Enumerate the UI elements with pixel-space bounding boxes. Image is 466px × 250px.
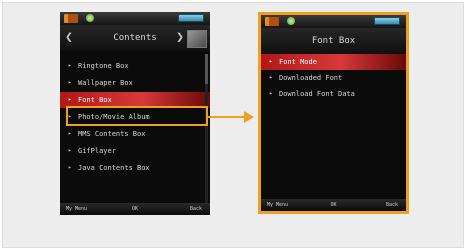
- bullet-icon: ▸: [68, 62, 72, 69]
- gps-icon: [86, 14, 94, 22]
- font-box-list: ▸ Font Mode ▸ Downloaded Font ▸ Download Fo…: [261, 54, 406, 102]
- signal-icon: [265, 17, 279, 26]
- list-item[interactable]: ▸ Ringtone Box: [60, 58, 210, 74]
- list-item[interactable]: ▸ Download Font Data: [261, 86, 406, 102]
- list-item[interactable]: ▸ GifPlayer: [60, 143, 210, 159]
- scrollbar-thumb[interactable]: [205, 54, 208, 84]
- list-item[interactable]: ▸ Downloaded Font: [261, 70, 406, 86]
- softkey-bar: My Menu OK Back: [60, 203, 210, 215]
- status-bar: [60, 12, 210, 25]
- softkey-right[interactable]: Back: [190, 206, 202, 212]
- list-item[interactable]: ▸ MMS Contents Box: [60, 126, 210, 142]
- list-item-selected[interactable]: ▸ Font Mode: [261, 54, 406, 70]
- status-bar: [261, 15, 406, 28]
- signal-icon: [64, 14, 78, 23]
- screen-title: Font Box: [311, 36, 356, 46]
- chevron-right-icon[interactable]: ❯: [176, 25, 184, 51]
- bullet-icon: ▸: [269, 58, 273, 65]
- softkey-bar: My Menu OK Back: [261, 199, 406, 211]
- scrollbar[interactable]: [205, 54, 208, 204]
- callout-arrow-line: [208, 116, 246, 118]
- bullet-icon: ▸: [269, 74, 273, 81]
- bullet-icon: ▸: [68, 79, 72, 86]
- battery-icon: [178, 14, 204, 22]
- screen-title: Contents: [113, 33, 157, 43]
- softkey-center[interactable]: OK: [330, 202, 336, 208]
- softkey-right[interactable]: Back: [386, 202, 398, 208]
- battery-icon: [374, 17, 400, 25]
- arrow-right-icon: [244, 111, 254, 123]
- softkey-left[interactable]: My Menu: [66, 206, 87, 212]
- title-bar: Font Box: [261, 28, 406, 54]
- font-box-screen: Font Box ▸ Font Mode ▸ Downloaded Font ▸ Do…: [258, 12, 409, 214]
- selection-callout-box: [66, 106, 208, 126]
- softkey-center[interactable]: OK: [132, 206, 138, 212]
- softkey-left[interactable]: My Menu: [267, 202, 288, 208]
- list-item[interactable]: ▸ Wallpaper Box: [60, 75, 210, 91]
- chevron-left-icon[interactable]: ❮: [65, 25, 73, 51]
- title-bar: ❮ Contents ❯: [60, 25, 210, 51]
- list-item[interactable]: ▸ Java Contents Box: [60, 160, 210, 176]
- bullet-icon: ▸: [68, 164, 72, 171]
- bullet-icon: ▸: [269, 90, 273, 97]
- bullet-icon: ▸: [68, 130, 72, 137]
- bullet-icon: ▸: [68, 147, 72, 154]
- gps-icon: [287, 17, 295, 25]
- thumbnail-icon: [187, 30, 207, 48]
